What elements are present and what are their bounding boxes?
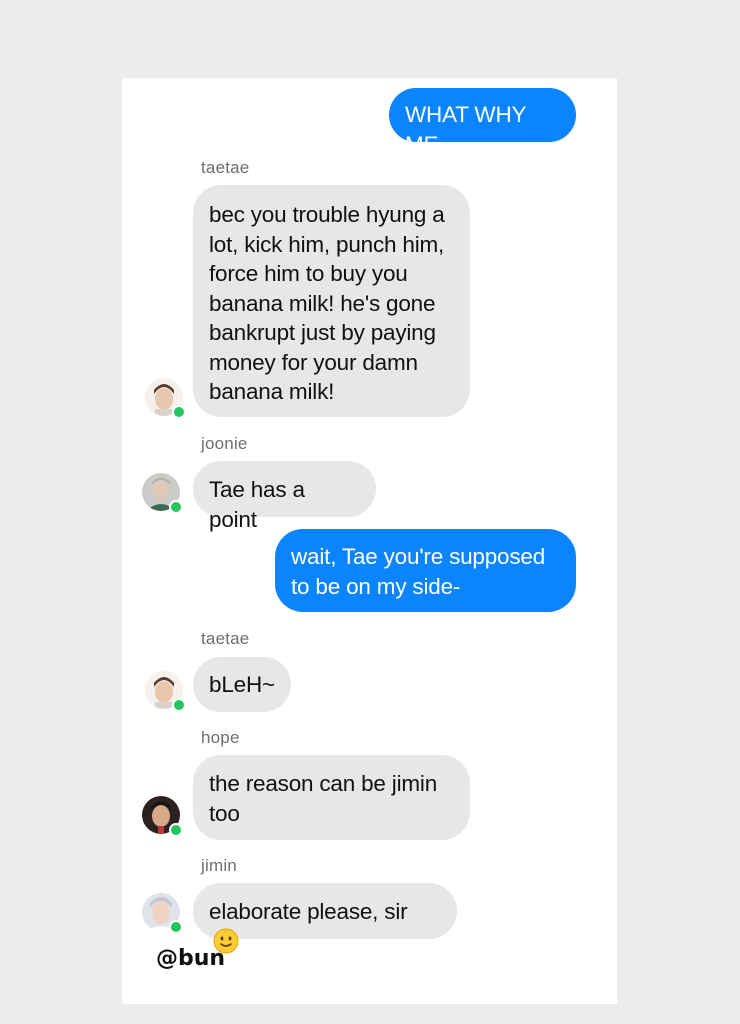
- sender-name: jimin: [201, 856, 237, 875]
- online-dot-icon: [169, 823, 183, 837]
- sender-name: taetae: [201, 629, 250, 648]
- incoming-message-bubble[interactable]: bec you trouble hyung a lot, kick him, p…: [193, 185, 470, 417]
- message-text: bec you trouble hyung a lot, kick him, p…: [209, 202, 445, 404]
- online-dot-icon: [172, 405, 186, 419]
- watermark: @bun: [156, 946, 226, 971]
- outgoing-message-bubble[interactable]: WHAT WHY ME: [389, 88, 576, 157]
- message-text: the reason can be jimin too: [209, 771, 438, 826]
- joonie-avatar[interactable]: [142, 473, 183, 514]
- incoming-message-bubble[interactable]: elaborate please, sir: [193, 883, 457, 953]
- online-dot-icon: [172, 698, 186, 712]
- taetae-avatar[interactable]: [145, 671, 186, 712]
- online-dot-icon: [169, 500, 183, 514]
- taetae-avatar[interactable]: [145, 378, 186, 419]
- message-text: wait, Tae you're supposed to be on my si…: [291, 544, 546, 599]
- hope-avatar[interactable]: [142, 796, 183, 837]
- sender-name: joonie: [201, 434, 248, 453]
- message-text: bLeH~: [209, 672, 275, 697]
- online-dot-icon: [169, 920, 183, 934]
- jimin-avatar[interactable]: [142, 893, 183, 934]
- incoming-message-bubble[interactable]: the reason can be jimin too: [193, 755, 470, 840]
- outgoing-message-bubble[interactable]: wait, Tae you're supposed to be on my si…: [275, 529, 576, 612]
- incoming-message-bubble[interactable]: bLeH~: [193, 657, 291, 712]
- sender-name: taetae: [201, 158, 250, 177]
- incoming-message-bubble[interactable]: Tae has a point: [193, 461, 376, 532]
- message-text: elaborate please, sir: [209, 899, 408, 924]
- sender-name: hope: [201, 728, 240, 747]
